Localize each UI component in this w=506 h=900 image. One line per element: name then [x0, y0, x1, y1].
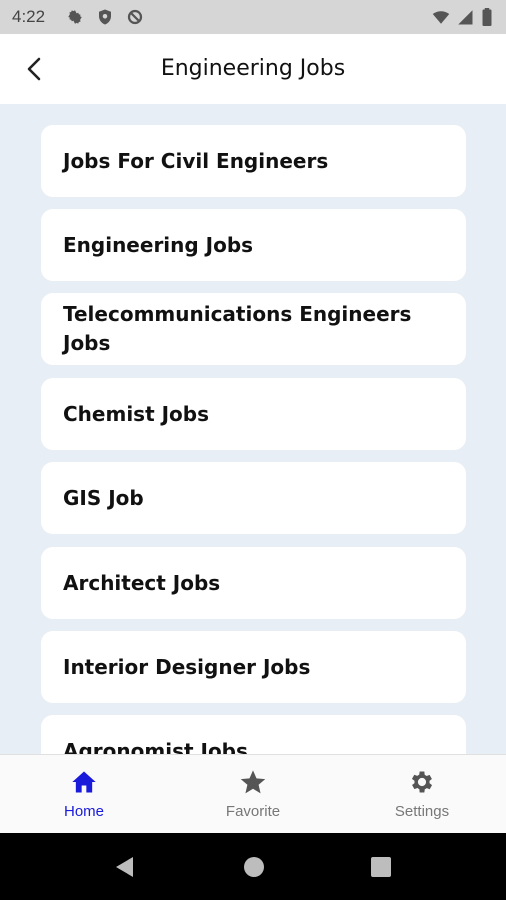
home-icon [72, 771, 96, 793]
signal-icon [458, 10, 473, 25]
nav-favorite[interactable]: Favorite [169, 755, 337, 834]
nav-home[interactable]: Home [0, 755, 168, 834]
sync-status-icon [127, 9, 143, 25]
bottom-navigation: Home Favorite Settings [0, 754, 506, 834]
home-circle-icon[interactable] [242, 855, 266, 879]
list-item-label: Jobs For Civil Engineers [63, 148, 329, 173]
list-item[interactable]: Architect Jobs [41, 547, 466, 619]
nav-home-label: Home [63, 803, 104, 820]
nav-settings[interactable]: Settings [338, 755, 506, 834]
list-item[interactable]: Chemist Jobs [41, 378, 466, 450]
nav-settings-label: Settings [394, 803, 450, 820]
list-item-label: Chemist Jobs [63, 401, 210, 426]
status-bar: 4:22 [0, 0, 506, 34]
list-item-label: Telecommunications Engineers Jobs [63, 302, 412, 355]
nav-favorite-label: Favorite [225, 803, 281, 820]
list-item-label: Agronomist Jobs [63, 738, 248, 755]
shield-status-icon [99, 9, 111, 25]
list-item[interactable]: GIS Job [41, 462, 466, 534]
star-icon [240, 770, 266, 794]
battery-icon [482, 8, 492, 26]
app-bar: Engineering Jobs [0, 34, 506, 104]
wifi-icon [432, 11, 450, 24]
list-item[interactable]: Interior Designer Jobs [41, 631, 466, 703]
page-title: Engineering Jobs [160, 56, 346, 81]
list-item[interactable]: Telecommunications Engineers Jobs [41, 293, 466, 365]
system-navigation-bar [0, 833, 506, 900]
list-item-label: Interior Designer Jobs [63, 654, 311, 679]
recents-square-icon[interactable] [369, 855, 393, 879]
list-item[interactable]: Engineering Jobs [41, 209, 466, 281]
list-item[interactable]: Agronomist Jobs [41, 715, 466, 754]
list-item[interactable]: Jobs For Civil Engineers [41, 125, 466, 197]
settings-status-icon [68, 10, 82, 24]
status-time: 4:22 [12, 7, 46, 26]
gear-icon [411, 771, 433, 793]
job-category-list[interactable]: Jobs For Civil Engineers Engineering Job… [0, 104, 506, 754]
list-item-label: Engineering Jobs [63, 232, 254, 257]
list-item-label: Architect Jobs [63, 570, 221, 595]
list-item-label: GIS Job [63, 485, 144, 510]
back-triangle-icon[interactable] [113, 855, 137, 879]
